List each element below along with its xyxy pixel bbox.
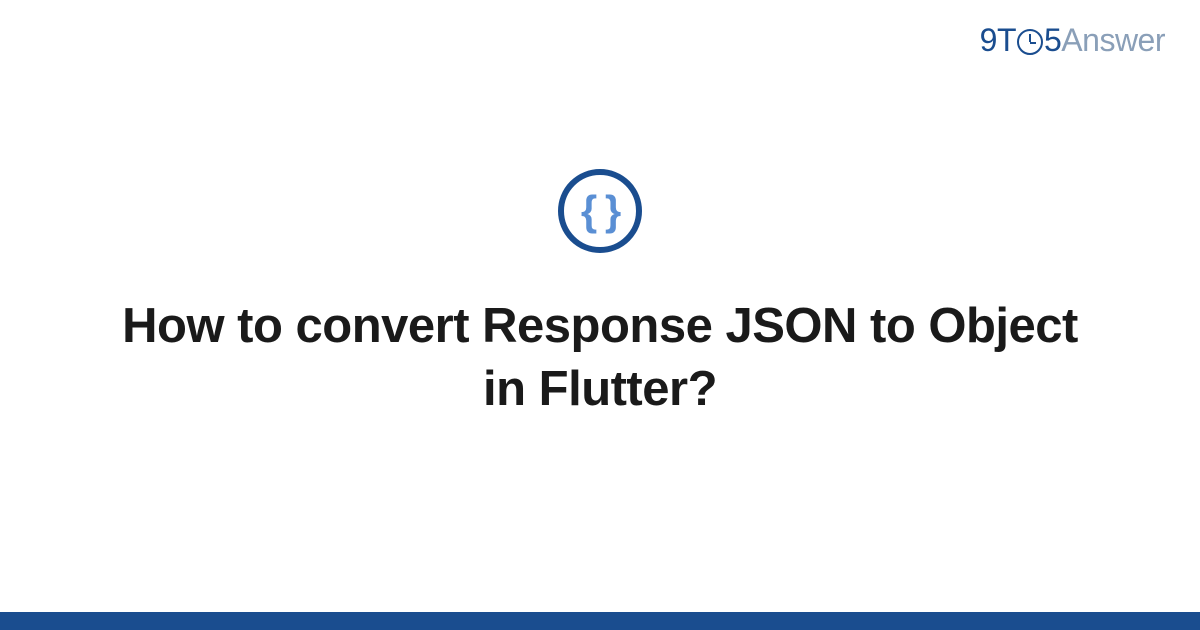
main-content: { } How to convert Response JSON to Obje…	[0, 0, 1200, 630]
braces-icon: { }	[581, 187, 619, 235]
footer-bar	[0, 612, 1200, 630]
topic-icon-circle: { }	[558, 169, 642, 253]
question-title: How to convert Response JSON to Object i…	[100, 295, 1100, 420]
